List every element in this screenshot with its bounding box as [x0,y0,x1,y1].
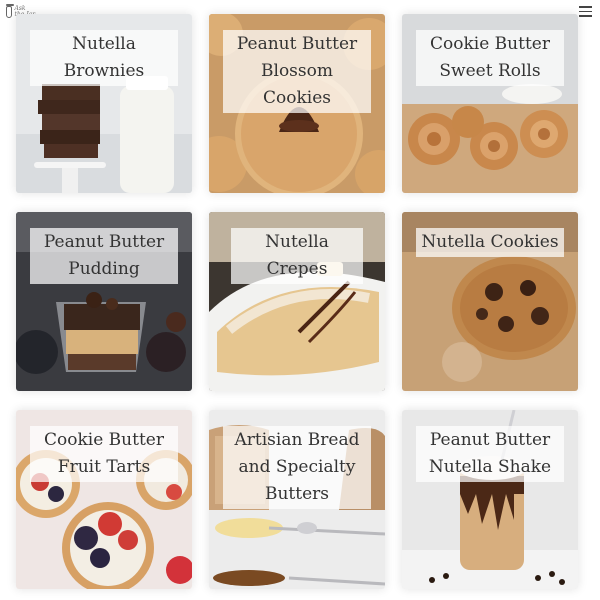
recipe-grid: Nutella Brownies Peanut Butter Blossom C… [0,0,600,600]
recipe-title: Nutella Brownies [30,30,178,86]
recipe-title: Nutella Crepes [231,228,363,284]
recipe-title: Peanut Butter Blossom Cookies [223,30,371,113]
recipe-card-peanut-butter-blossom-cookies[interactable]: Peanut Butter Blossom Cookies [209,14,385,193]
recipe-card-cookie-butter-sweet-rolls[interactable]: Cookie Butter Sweet Rolls [402,14,578,193]
recipe-card-nutella-brownies[interactable]: Nutella Brownies [16,14,192,193]
recipe-card-cookie-butter-fruit-tarts[interactable]: Cookie Butter Fruit Tarts [16,410,192,589]
recipe-card-nutella-crepes[interactable]: Nutella Crepes [209,212,385,391]
recipe-card-peanut-butter-pudding[interactable]: Peanut Butter Pudding [16,212,192,391]
recipe-card-peanut-butter-nutella-shake[interactable]: Peanut Butter Nutella Shake [402,410,578,589]
recipe-card-artisian-bread-and-specialty-butters[interactable]: Artisian Bread and Specialty Butters [209,410,385,589]
recipe-card-nutella-cookies[interactable]: Nutella Cookies [402,212,578,391]
recipe-title: Peanut Butter Pudding [30,228,178,284]
recipe-title: Nutella Cookies [416,228,564,257]
recipe-title: Peanut Butter Nutella Shake [416,426,564,482]
recipe-title: Artisian Bread and Specialty Butters [223,426,371,509]
recipe-title: Cookie Butter Fruit Tarts [30,426,178,482]
recipe-title: Cookie Butter Sweet Rolls [416,30,564,86]
